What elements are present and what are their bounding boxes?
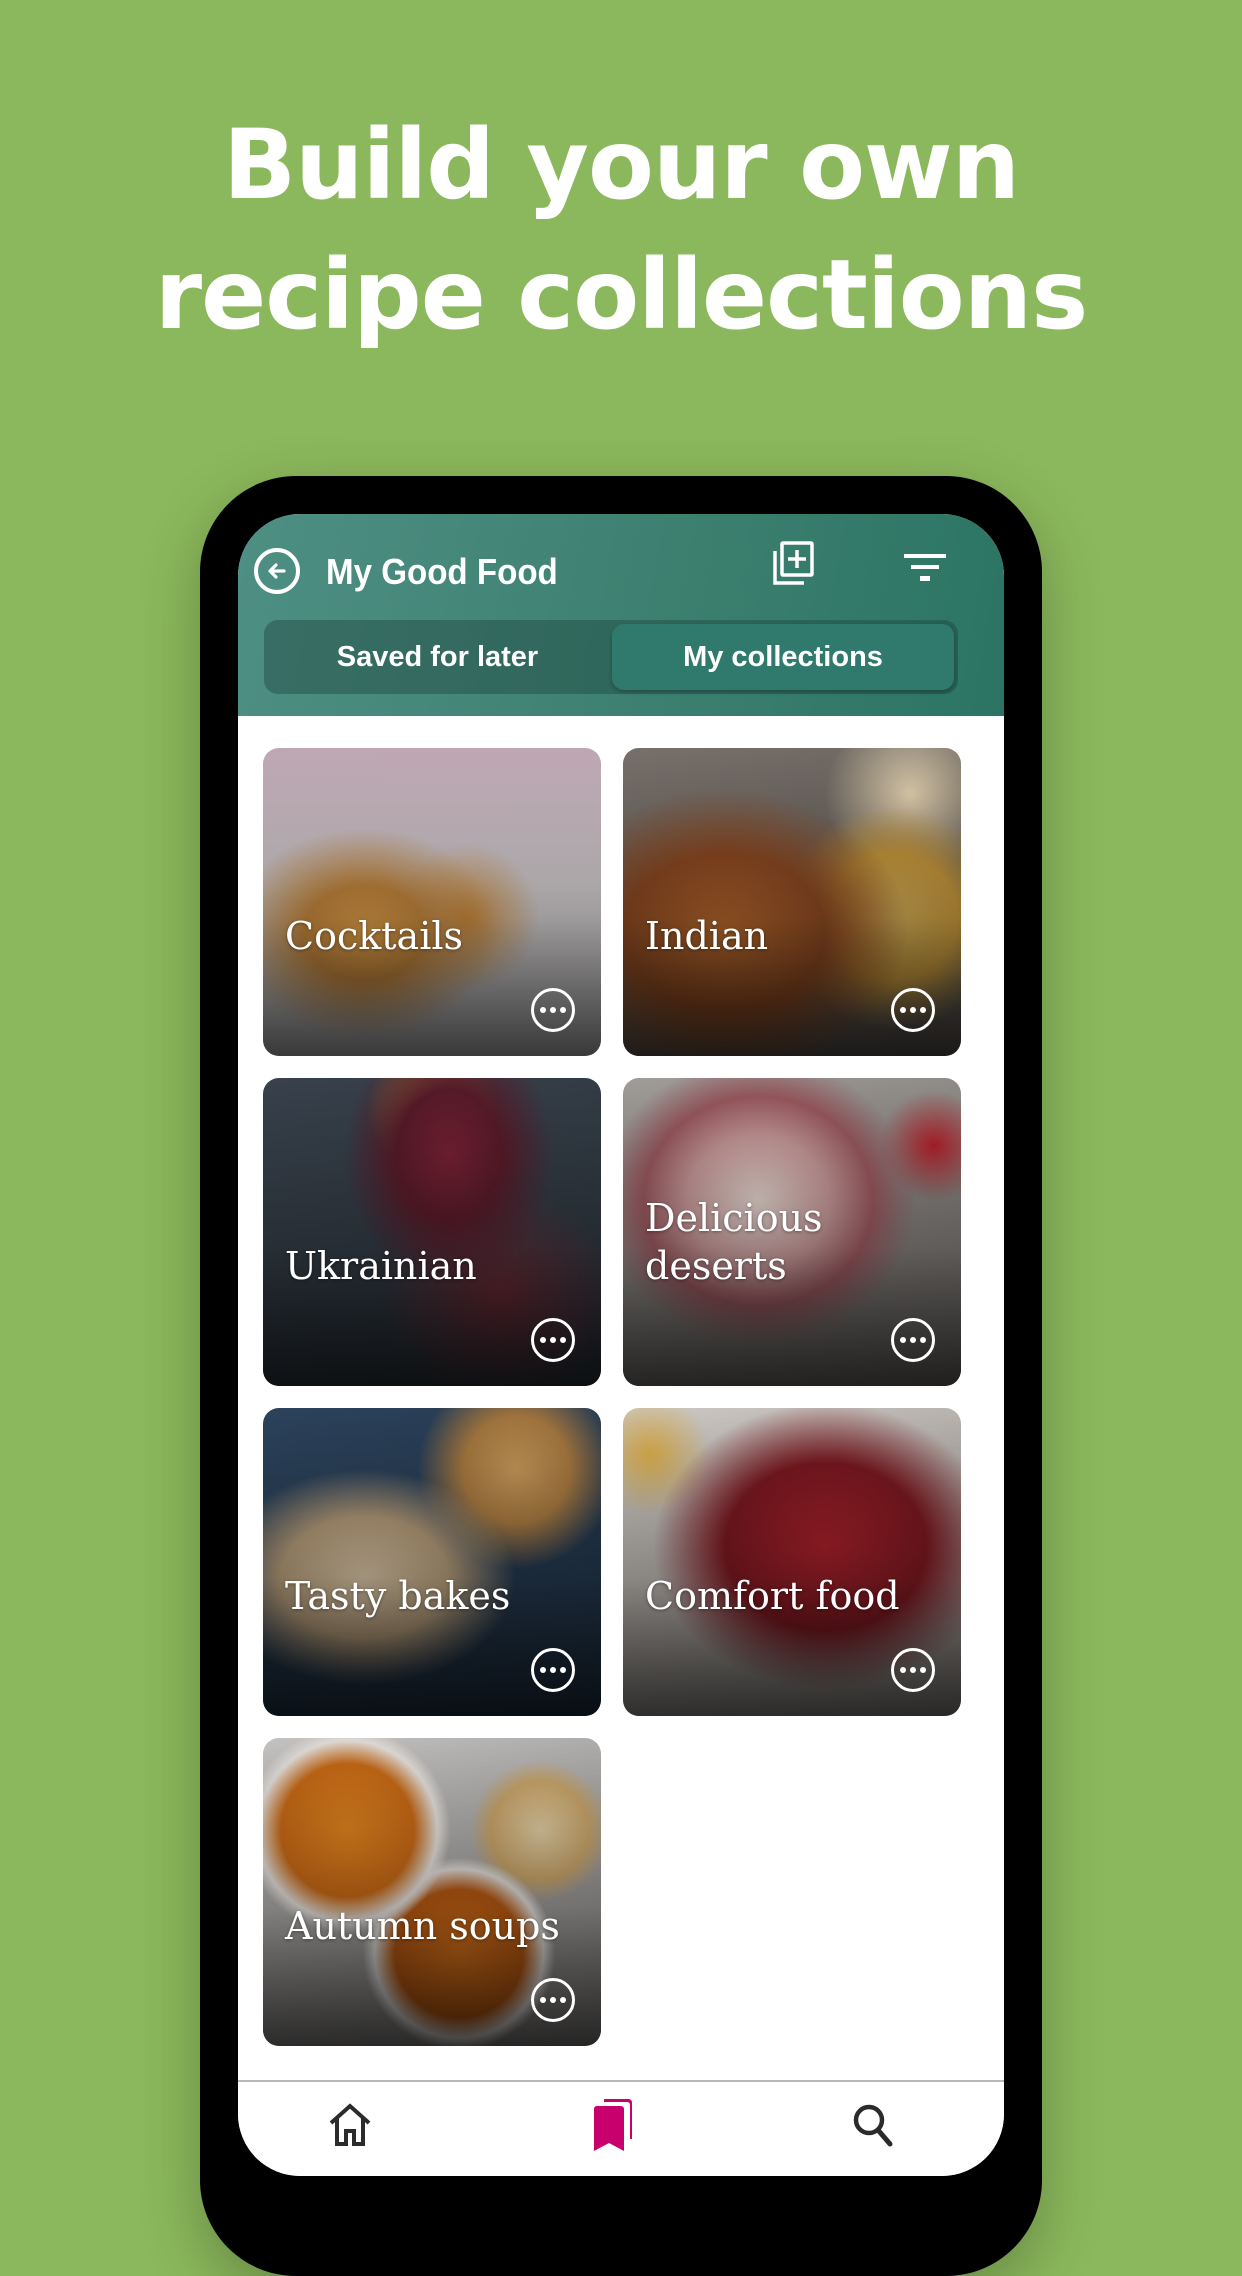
saved-collections-icon bbox=[594, 2099, 632, 2151]
add-collection-icon bbox=[773, 541, 814, 585]
tab-my-collections[interactable]: My collections bbox=[612, 624, 954, 690]
nav-home[interactable] bbox=[310, 2090, 390, 2160]
back-arrow-icon bbox=[268, 563, 286, 579]
nav-search[interactable] bbox=[834, 2090, 914, 2160]
collections-grid: Cocktails Indian Ukrainian Delicious des… bbox=[263, 748, 961, 2046]
tab-saved-for-later[interactable]: Saved for later bbox=[264, 620, 611, 694]
headline-line-2: recipe collections bbox=[154, 239, 1088, 351]
collection-title: Delicious deserts bbox=[645, 1196, 823, 1288]
more-options-button[interactable] bbox=[891, 1648, 935, 1692]
collection-title: Comfort food bbox=[645, 1574, 900, 1618]
filter-button[interactable] bbox=[902, 550, 948, 586]
promo-headline: Build your own recipe collections bbox=[0, 100, 1242, 360]
collection-title: Cocktails bbox=[285, 914, 463, 958]
more-options-button[interactable] bbox=[891, 1318, 935, 1362]
nav-saved[interactable] bbox=[574, 2090, 654, 2160]
search-icon bbox=[853, 2104, 893, 2147]
add-collection-button[interactable] bbox=[770, 540, 818, 588]
home-icon bbox=[329, 2103, 371, 2146]
headline-line-1: Build your own bbox=[222, 109, 1020, 221]
app-screen: My Good Food Saved for later My collecti… bbox=[238, 514, 1004, 2176]
collection-card-tasty-bakes[interactable]: Tasty bakes bbox=[263, 1408, 601, 1716]
collection-title: Autumn soups bbox=[285, 1904, 560, 1948]
collection-card-comfort-food[interactable]: Comfort food bbox=[623, 1408, 961, 1716]
collection-card-indian[interactable]: Indian bbox=[623, 748, 961, 1056]
collection-card-delicious-deserts[interactable]: Delicious deserts bbox=[623, 1078, 961, 1386]
filter-icon bbox=[904, 554, 946, 581]
more-options-button[interactable] bbox=[891, 988, 935, 1032]
bottom-navigation bbox=[238, 2080, 1004, 2176]
tab-switcher: Saved for later My collections bbox=[264, 620, 958, 694]
collection-card-autumn-soups[interactable]: Autumn soups bbox=[263, 1738, 601, 2046]
more-options-button[interactable] bbox=[531, 1978, 575, 2022]
more-options-button[interactable] bbox=[531, 1648, 575, 1692]
more-options-button[interactable] bbox=[531, 988, 575, 1032]
app-title: My Good Food bbox=[326, 551, 558, 592]
app-bar: My Good Food Saved for later My collecti… bbox=[238, 514, 1004, 716]
collection-card-ukrainian[interactable]: Ukrainian bbox=[263, 1078, 601, 1386]
more-options-button[interactable] bbox=[531, 1318, 575, 1362]
collection-title: Tasty bakes bbox=[285, 1574, 511, 1618]
phone-frame: My Good Food Saved for later My collecti… bbox=[200, 476, 1042, 2276]
collection-title: Ukrainian bbox=[285, 1244, 477, 1288]
collection-title: Indian bbox=[645, 914, 769, 958]
back-button[interactable] bbox=[254, 548, 300, 594]
collection-card-cocktails[interactable]: Cocktails bbox=[263, 748, 601, 1056]
